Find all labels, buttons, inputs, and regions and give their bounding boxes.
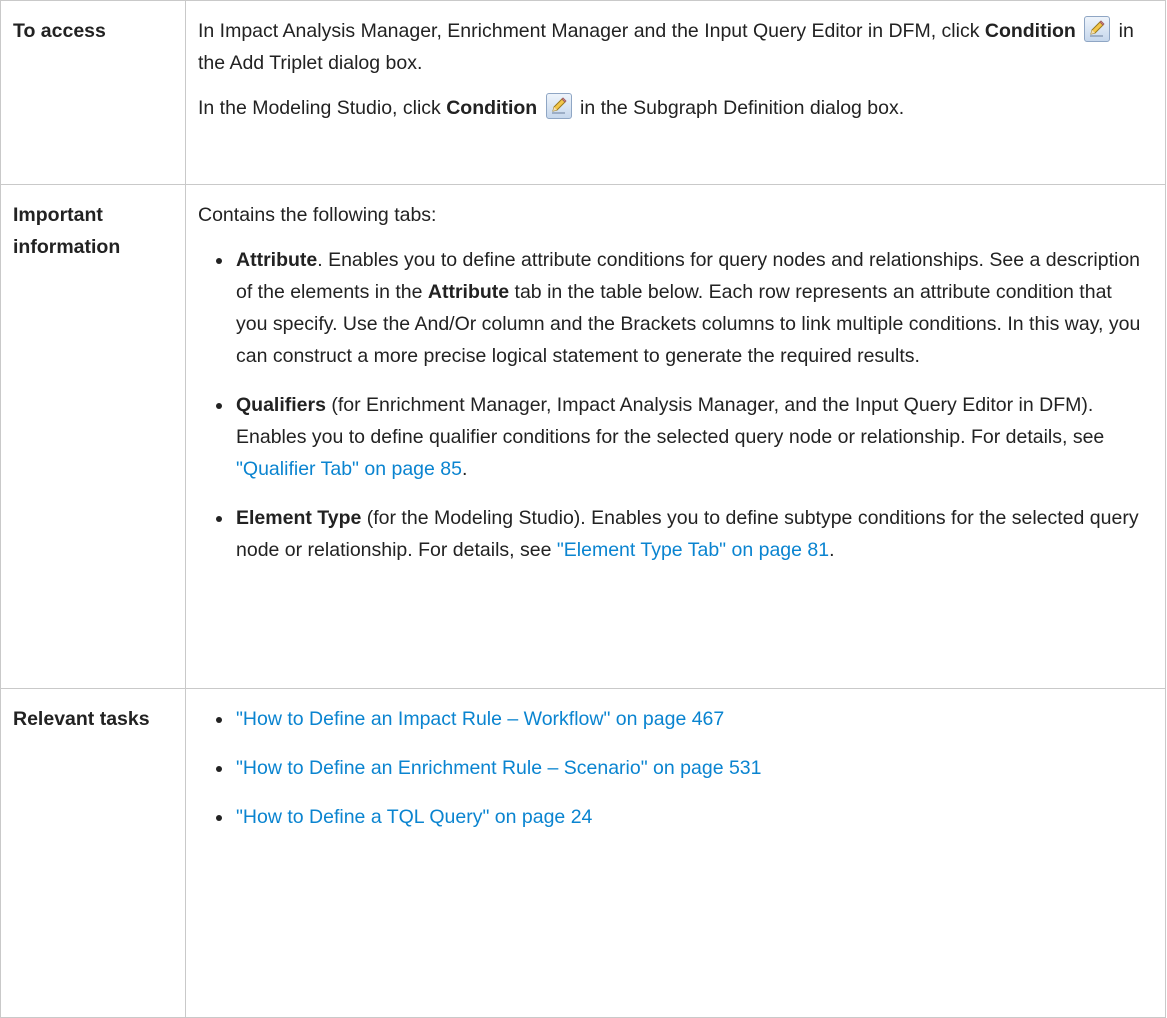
row-to-access: To access In Impact Analysis Manager, En… xyxy=(0,0,1166,185)
impact-rule-workflow-link[interactable]: "How to Define an Impact Rule – Workflow… xyxy=(236,708,724,730)
list-item-element-type: Element Type (for the Modeling Studio). … xyxy=(198,502,1147,566)
content-to-access: In Impact Analysis Manager, Enrichment M… xyxy=(185,0,1166,185)
pencil-icon xyxy=(1084,16,1111,42)
row-relevant-tasks: Relevant tasks "How to Define an Impact … xyxy=(0,688,1166,1018)
tabs-list: Attribute. Enables you to define attribu… xyxy=(198,244,1147,566)
list-item: "How to Define an Impact Rule – Workflow… xyxy=(198,703,1147,735)
list-item: "How to Define a TQL Query" on page 24 xyxy=(198,801,1147,833)
important-intro: Contains the following tabs: xyxy=(198,204,437,226)
condition-term: Condition xyxy=(446,97,538,119)
condition-term: Condition xyxy=(984,20,1076,42)
tql-query-link[interactable]: "How to Define a TQL Query" on page 24 xyxy=(236,806,592,828)
list-item-attribute: Attribute. Enables you to define attribu… xyxy=(198,244,1147,372)
pencil-icon xyxy=(545,93,572,119)
content-relevant-tasks: "How to Define an Impact Rule – Workflow… xyxy=(185,688,1166,1018)
tasks-list: "How to Define an Impact Rule – Workflow… xyxy=(198,703,1147,833)
label-to-access: To access xyxy=(0,0,186,185)
access-paragraph-1: In Impact Analysis Manager, Enrichment M… xyxy=(198,15,1147,79)
access-paragraph-2: In the Modeling Studio, click Condition … xyxy=(198,92,1147,124)
enrichment-rule-scenario-link[interactable]: "How to Define an Enrichment Rule – Scen… xyxy=(236,757,762,779)
qualifier-tab-link[interactable]: "Qualifier Tab" on page 85 xyxy=(236,458,462,480)
element-type-tab-link[interactable]: "Element Type Tab" on page 81 xyxy=(557,539,829,561)
list-item-qualifiers: Qualifiers (for Enrichment Manager, Impa… xyxy=(198,389,1147,485)
list-item: "How to Define an Enrichment Rule – Scen… xyxy=(198,752,1147,784)
row-important-information: Important information Contains the follo… xyxy=(0,184,1166,689)
content-important-information: Contains the following tabs: Attribute. … xyxy=(185,184,1166,689)
label-important-information: Important information xyxy=(0,184,186,689)
info-table: To access In Impact Analysis Manager, En… xyxy=(0,0,1166,1018)
label-relevant-tasks: Relevant tasks xyxy=(0,688,186,1018)
